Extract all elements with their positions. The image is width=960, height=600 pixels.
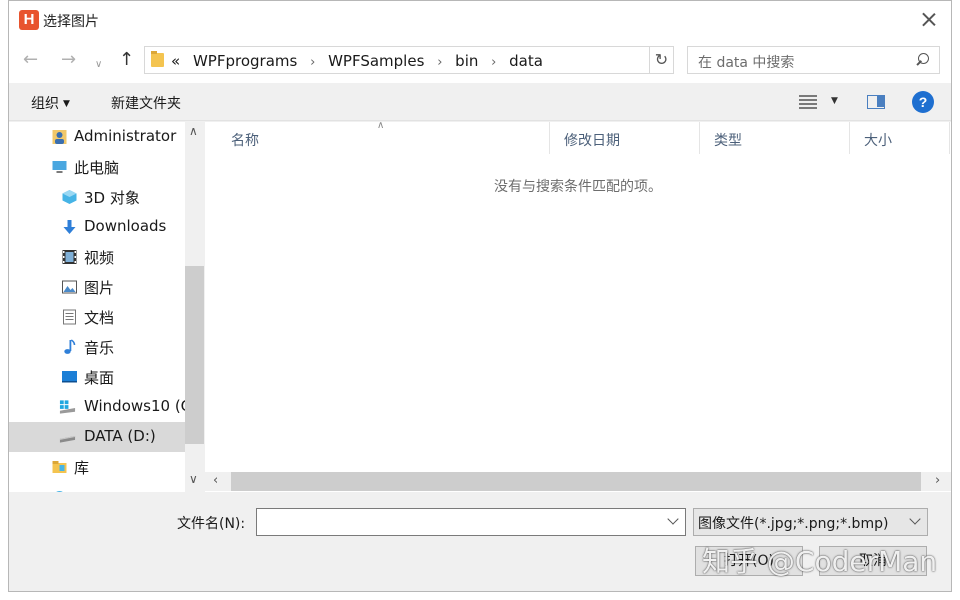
chevron-right-icon[interactable]: ›: [437, 55, 442, 70]
column-header-name[interactable]: 名称 ∧: [205, 120, 550, 154]
tree-item-label: 桌面: [84, 369, 115, 387]
tree-item-documents[interactable]: 文档: [9, 302, 185, 332]
column-label: 大小: [864, 133, 892, 149]
title-bar: H 选择图片: [9, 1, 951, 39]
column-header-type[interactable]: 类型: [700, 122, 850, 154]
scroll-left-icon[interactable]: ‹: [213, 473, 218, 488]
tree-item-music[interactable]: 音乐: [9, 332, 185, 362]
navigation-bar: ← → ∨ ↑ « WPFprograms › WPFSamples › bin…: [9, 39, 951, 83]
navigation-pane: Administrator 此电脑 3D 对象 Downloads 视频 图片 …: [9, 122, 204, 492]
column-label: 类型: [714, 133, 742, 149]
tree-item-this-pc[interactable]: 此电脑: [9, 152, 185, 182]
caret-down-icon[interactable]: ▼: [831, 96, 838, 106]
tree-item-label: Windows10 (C: [84, 397, 192, 415]
tree-item-label: Administrator: [74, 127, 177, 145]
column-label: 名称: [231, 133, 259, 149]
download-icon: [63, 220, 76, 234]
drive-icon: [59, 436, 76, 443]
file-list: 名称 ∧ 修改日期 类型 大小 没有与搜索条件匹配的项。 ‹ ›: [205, 120, 951, 492]
tree-item-library[interactable]: 库: [9, 452, 185, 482]
file-type-select[interactable]: 图像文件(*.jpg;*.png;*.bmp): [693, 508, 928, 536]
tree-item-data-d[interactable]: DATA (D:): [9, 422, 185, 452]
scroll-down-icon[interactable]: ∨: [189, 472, 198, 486]
tree-item-label: 此电脑: [74, 159, 120, 177]
video-icon: [62, 250, 77, 264]
tree-item-label: 视频: [84, 249, 115, 267]
breadcrumb-item-wpfprograms[interactable]: WPFprograms: [193, 52, 297, 70]
tree-item-label: 音乐: [84, 339, 115, 357]
picture-icon: [62, 280, 77, 294]
tree-item-3d-objects[interactable]: 3D 对象: [9, 182, 185, 212]
tree-item-desktop[interactable]: 桌面: [9, 362, 185, 392]
column-header-size[interactable]: 大小: [850, 122, 950, 154]
scrollbar-thumb[interactable]: [185, 266, 204, 444]
tree-item-pictures[interactable]: 图片: [9, 272, 185, 302]
tree-item-label: 库: [74, 459, 90, 477]
scroll-right-icon[interactable]: ›: [935, 473, 940, 488]
user-icon: [52, 130, 67, 144]
address-bar[interactable]: « WPFprograms › WPFSamples › bin › data: [144, 46, 775, 74]
tree-item-label: 文档: [84, 309, 115, 327]
breadcrumb-overflow[interactable]: «: [171, 52, 180, 70]
tree-item-label: Downloads: [84, 217, 167, 235]
desktop-icon: [62, 371, 77, 383]
arrow-up-icon[interactable]: ↑: [119, 51, 134, 69]
filename-input[interactable]: [256, 508, 686, 536]
command-bar: 组织 ▼ 新建文件夹 ▼ ?: [9, 83, 951, 121]
tree-item-label: DATA (D:): [84, 427, 156, 445]
music-icon: [64, 339, 76, 354]
column-label: 修改日期: [564, 133, 620, 149]
recent-locations-chevron-icon[interactable]: ∨: [95, 56, 102, 74]
breadcrumb-item-bin[interactable]: bin: [455, 52, 478, 70]
chevron-right-icon[interactable]: ›: [491, 55, 496, 70]
library-icon: [52, 461, 67, 473]
empty-folder-message: 没有与搜索条件匹配的项。: [494, 179, 662, 195]
tree-item-videos[interactable]: 视频: [9, 242, 185, 272]
file-list-horizontal-scrollbar[interactable]: ‹ ›: [205, 472, 951, 491]
organize-label: 组织: [31, 96, 59, 112]
refresh-icon[interactable]: ↻: [650, 46, 674, 74]
breadcrumb-item-data[interactable]: data: [509, 52, 543, 70]
breadcrumb-item-wpfsamples[interactable]: WPFSamples: [328, 52, 424, 70]
preview-pane-icon[interactable]: [867, 95, 885, 109]
folder-icon: [151, 51, 164, 67]
arrow-left-icon[interactable]: ←: [23, 51, 38, 69]
organize-menu-button[interactable]: 组织 ▼: [31, 93, 70, 113]
help-icon[interactable]: ?: [912, 91, 934, 113]
network-icon: [56, 491, 63, 492]
search-input[interactable]: 在 data 中搜索: [687, 46, 940, 74]
new-folder-button[interactable]: 新建文件夹: [111, 93, 181, 113]
tree-item-administrator[interactable]: Administrator: [9, 122, 185, 152]
tree-item-downloads[interactable]: Downloads: [9, 212, 185, 242]
scrollbar-thumb[interactable]: [231, 472, 921, 491]
arrow-right-icon[interactable]: →: [61, 51, 76, 69]
scroll-up-icon[interactable]: ∧: [189, 124, 198, 138]
search-icon[interactable]: [915, 53, 929, 67]
window-title: 选择图片: [43, 14, 99, 30]
view-options-icon[interactable]: [799, 95, 817, 109]
sort-ascending-icon: ∧: [377, 120, 385, 131]
tree-item-network[interactable]: [9, 482, 185, 492]
tree-item-label: 3D 对象: [84, 189, 140, 207]
tree-item-label: 图片: [84, 279, 115, 297]
document-icon: [63, 309, 76, 325]
search-placeholder: 在 data 中搜索: [698, 55, 795, 71]
os-drive-icon: [59, 400, 76, 414]
computer-icon: [52, 161, 67, 173]
filename-label: 文件名(N):: [177, 516, 246, 532]
breadcrumb: « WPFprograms › WPFSamples › bin › data: [171, 52, 543, 70]
cube-icon: [62, 190, 77, 204]
open-file-dialog: H 选择图片 ← → ∨ ↑ « WPFprograms › WPFSample…: [8, 0, 952, 592]
close-button[interactable]: [917, 7, 941, 31]
caret-down-icon: ▼: [63, 99, 70, 109]
navigation-pane-scrollbar[interactable]: ∧ ∨: [185, 122, 204, 492]
app-icon: H: [19, 10, 39, 30]
column-header-date-modified[interactable]: 修改日期: [550, 122, 700, 154]
chevron-right-icon[interactable]: ›: [310, 55, 315, 70]
watermark: 知乎 @CoderMan: [702, 545, 938, 578]
tree-item-windows10-c[interactable]: Windows10 (C: [9, 392, 191, 422]
